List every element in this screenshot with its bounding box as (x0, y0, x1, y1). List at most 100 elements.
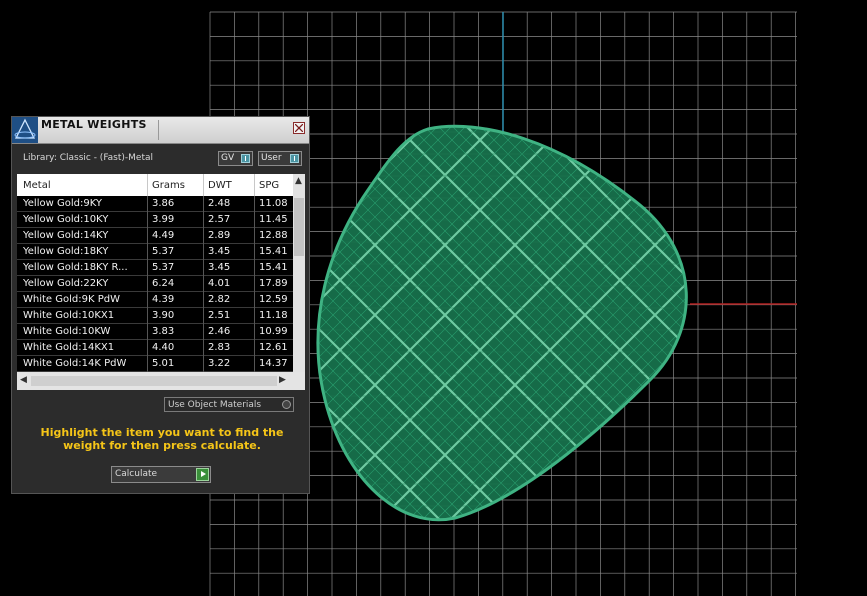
metals-table: Metal Grams DWT SPG Yellow Gold:9KY 3.86 2… (17, 174, 305, 390)
scroll-left-icon[interactable]: ◀ (20, 375, 27, 385)
cell-divider (147, 324, 148, 340)
table-cell-spg: 11.45 (259, 214, 288, 225)
cell-divider (203, 260, 204, 276)
table-cell-metal: White Gold:10KX1 (23, 310, 115, 321)
table-row[interactable]: Yellow Gold:14KY 4.49 2.89 12.88 (17, 228, 293, 244)
table-cell-dwt: 4.01 (208, 278, 231, 289)
app-logo-icon (12, 117, 38, 143)
cell-divider (254, 324, 255, 340)
vertical-scroll-thumb[interactable] (294, 198, 304, 256)
cell-divider (203, 196, 204, 212)
cell-divider (203, 356, 204, 372)
cell-divider (203, 324, 204, 340)
table-cell-metal: Yellow Gold:22KY (23, 278, 109, 289)
table-cell-grams: 3.86 (152, 198, 175, 209)
table-cell-spg: 10.99 (259, 326, 288, 337)
cell-divider (147, 356, 148, 372)
table-cell-dwt: 3.22 (208, 358, 231, 369)
table-cell-spg: 11.08 (259, 198, 288, 209)
table-cell-dwt: 2.89 (208, 230, 231, 241)
column-divider (254, 174, 255, 196)
table-cell-grams: 5.01 (152, 358, 175, 369)
gv-toggle-label: GV (221, 153, 235, 163)
close-button[interactable] (293, 122, 305, 134)
table-cell-dwt: 2.82 (208, 294, 231, 305)
column-header-dwt[interactable]: DWT (208, 180, 232, 191)
table-cell-metal: Yellow Gold:18KY R... (23, 262, 128, 273)
table-row[interactable]: White Gold:14KX1 4.40 2.83 12.61 (17, 340, 293, 356)
user-toggle-label: User (261, 153, 282, 163)
table-cell-metal: White Gold:10KW (23, 326, 111, 337)
cell-divider (203, 212, 204, 228)
table-header: Metal Grams DWT SPG (17, 174, 293, 196)
radio-icon (282, 400, 291, 409)
cell-divider (203, 244, 204, 260)
table-cell-dwt: 2.51 (208, 310, 231, 321)
table-row[interactable]: Yellow Gold:18KY R... 5.37 3.45 15.41 (17, 260, 293, 276)
table-cell-metal: Yellow Gold:10KY (23, 214, 109, 225)
horizontal-scroll-thumb[interactable] (31, 376, 277, 386)
column-header-metal[interactable]: Metal (23, 180, 51, 191)
horizontal-scrollbar[interactable]: ◀ ▶ (17, 372, 305, 390)
scroll-up-icon[interactable]: ▲ (295, 176, 302, 186)
close-icon (295, 124, 303, 132)
panel-titlebar[interactable]: METAL WEIGHTS (12, 117, 309, 144)
library-label: Library: Classic - (Fast)-Metal (23, 153, 154, 163)
cell-divider (147, 212, 148, 228)
play-arrow-icon (196, 468, 209, 481)
table-row[interactable]: Yellow Gold:9KY 3.86 2.48 11.08 (17, 196, 293, 212)
table-cell-metal: White Gold:14K PdW (23, 358, 127, 369)
table-body: Yellow Gold:9KY 3.86 2.48 11.08 Yellow Gold:… (17, 196, 293, 372)
column-divider (203, 174, 204, 196)
table-cell-dwt: 3.45 (208, 246, 231, 257)
table-cell-dwt: 2.83 (208, 342, 231, 353)
cell-divider (254, 292, 255, 308)
gv-toggle[interactable]: GV (218, 151, 253, 166)
table-cell-grams: 6.24 (152, 278, 175, 289)
table-cell-grams: 5.37 (152, 246, 175, 257)
table-row[interactable]: White Gold:9K PdW 4.39 2.82 12.59 (17, 292, 293, 308)
calculate-button[interactable]: Calculate (111, 466, 211, 483)
table-row[interactable]: Yellow Gold:10KY 3.99 2.57 11.45 (17, 212, 293, 228)
calculate-label: Calculate (115, 469, 158, 479)
table-cell-metal: Yellow Gold:9KY (23, 198, 102, 209)
use-object-materials-label: Use Object Materials (168, 400, 262, 410)
table-cell-dwt: 2.46 (208, 326, 231, 337)
column-header-spg[interactable]: SPG (259, 180, 279, 191)
cell-divider (254, 244, 255, 260)
table-row[interactable]: Yellow Gold:22KY 6.24 4.01 17.89 (17, 276, 293, 292)
table-cell-grams: 5.37 (152, 262, 175, 273)
user-toggle-icon (290, 154, 299, 163)
table-cell-spg: 15.41 (259, 246, 288, 257)
cell-divider (147, 260, 148, 276)
table-cell-dwt: 3.45 (208, 262, 231, 273)
instructions-text: Highlight the item you want to find the … (40, 426, 284, 452)
table-row[interactable]: Yellow Gold:18KY 5.37 3.45 15.41 (17, 244, 293, 260)
panel-title: METAL WEIGHTS (41, 118, 147, 131)
table-cell-spg: 17.89 (259, 278, 288, 289)
table-cell-metal: White Gold:9K PdW (23, 294, 120, 305)
use-object-materials-toggle[interactable]: Use Object Materials (164, 397, 294, 412)
column-header-grams[interactable]: Grams (152, 180, 185, 191)
table-cell-grams: 4.39 (152, 294, 175, 305)
vertical-scrollbar[interactable]: ▲ (293, 174, 305, 372)
column-divider (147, 174, 148, 196)
cell-divider (254, 212, 255, 228)
user-toggle[interactable]: User (258, 151, 302, 166)
table-cell-spg: 12.59 (259, 294, 288, 305)
table-row[interactable]: White Gold:10KX1 3.90 2.51 11.18 (17, 308, 293, 324)
table-cell-grams: 4.40 (152, 342, 175, 353)
cell-divider (147, 276, 148, 292)
titlebar-divider (158, 120, 159, 140)
table-row[interactable]: White Gold:10KW 3.83 2.46 10.99 (17, 324, 293, 340)
table-cell-spg: 11.18 (259, 310, 288, 321)
cell-divider (147, 196, 148, 212)
table-cell-spg: 14.37 (259, 358, 288, 369)
scroll-right-icon[interactable]: ▶ (279, 375, 286, 385)
table-row[interactable]: White Gold:14K PdW 5.01 3.22 14.37 (17, 356, 293, 372)
table-cell-metal: White Gold:14KX1 (23, 342, 115, 353)
table-cell-spg: 12.61 (259, 342, 288, 353)
cell-divider (254, 308, 255, 324)
table-cell-grams: 3.83 (152, 326, 175, 337)
table-cell-dwt: 2.48 (208, 198, 231, 209)
